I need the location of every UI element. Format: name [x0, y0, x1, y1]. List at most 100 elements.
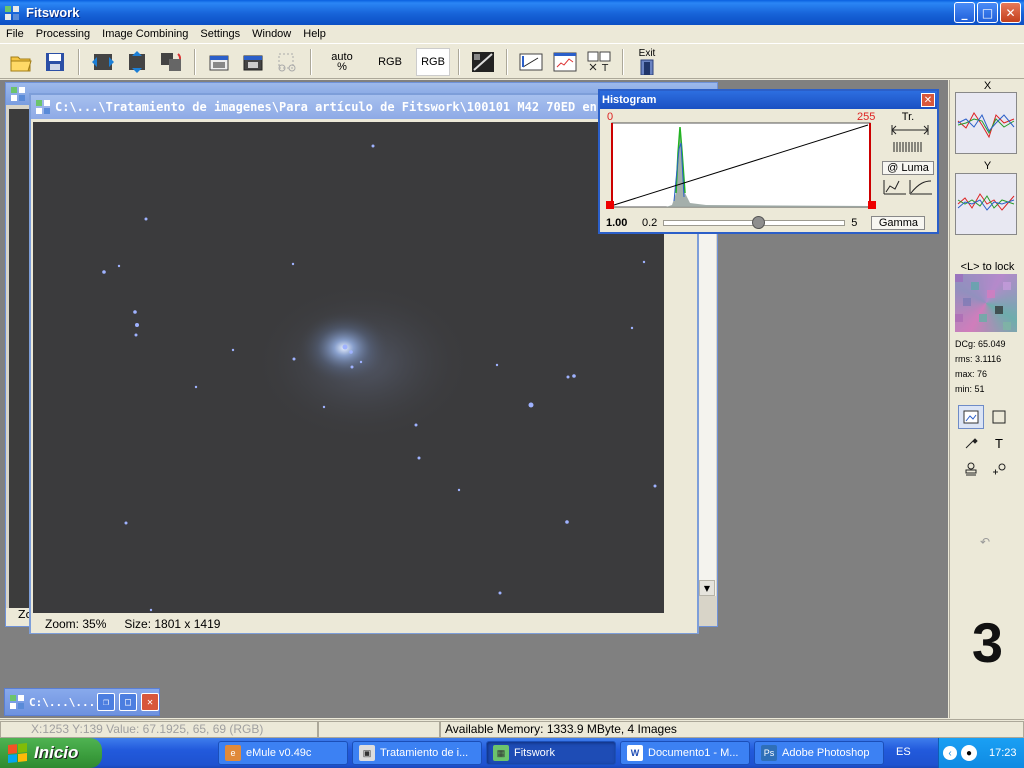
rgb-button[interactable]: RGB [368, 48, 412, 76]
menu-window[interactable]: Window [246, 28, 297, 40]
minimize-button[interactable]: _ [954, 2, 975, 23]
transfer-label: Tr. [901, 111, 915, 123]
window-icon [11, 87, 25, 101]
analysis-panel: X Y <L> to lock DCg: 65.049 rms: 3.1116 … [949, 80, 1024, 718]
exit-button[interactable]: Exit [632, 48, 662, 76]
flip-vertical-icon[interactable] [122, 48, 152, 76]
luma-toggle[interactable]: @ Luma [882, 161, 934, 175]
histogram-window[interactable]: Histogram ✕ 0 255 Tr. @ Luma 1.00 0.2 5 … [598, 89, 939, 234]
toolbar-separator [194, 48, 196, 75]
toolbar-separator [78, 48, 80, 75]
x-profile-label: X [983, 80, 992, 92]
available-memory: Available Memory: 1333.9 MByte, 4 Images [440, 720, 1024, 738]
open-folder-icon[interactable] [6, 48, 36, 76]
language-indicator[interactable]: ES [896, 746, 911, 758]
save-disk-icon[interactable] [40, 48, 70, 76]
exit-label: Exit [638, 47, 656, 59]
rgb-active-button[interactable]: RGB [416, 47, 450, 76]
text-tool-icon[interactable]: T [986, 431, 1012, 455]
scroll-down-arrow-icon[interactable]: ▼ [699, 580, 715, 596]
histogram-title: Histogram [602, 94, 657, 106]
tray-expand-icon[interactable]: ‹ [943, 746, 957, 760]
gamma-slider-thumb[interactable] [752, 216, 766, 229]
image-tools-icon[interactable]: T [584, 48, 614, 76]
start-button[interactable]: Inicio [0, 738, 102, 768]
background-image-strip [9, 109, 31, 621]
range-arrows-icon[interactable] [890, 123, 930, 137]
astro-image-canvas[interactable] [33, 122, 664, 613]
x-profile-graph [955, 92, 1017, 154]
rectangle-icon[interactable] [986, 405, 1012, 429]
menu-settings[interactable]: Settings [194, 28, 246, 40]
folder-window-icon: ▣ [359, 745, 375, 761]
app-title: Fitswork [26, 5, 80, 20]
photoshop-icon: Ps [761, 745, 777, 761]
toolbar-separator [622, 48, 624, 75]
stamp-icon[interactable] [958, 457, 984, 481]
histogram-options: Tr. @ Luma [882, 111, 934, 199]
gamma-row: 1.00 0.2 5 Gamma [606, 215, 936, 231]
windows-taskbar: Inicio e eMule v0.49c ▣ Tratamiento de i… [0, 738, 1024, 768]
maximize-icon[interactable]: □ [119, 693, 137, 711]
slider-min-label: 0.2 [642, 217, 658, 229]
pipette-icon[interactable] [958, 431, 984, 455]
curve-mode-icons[interactable] [882, 178, 934, 196]
menu-file[interactable]: File [0, 28, 30, 40]
close-button[interactable]: ✕ [1000, 2, 1021, 23]
fitswork-app-icon [5, 5, 19, 20]
toolbar-separator [310, 48, 312, 75]
status-bar: X:1253 Y:139 Value: 67.1925, 65, 69 (RGB… [0, 719, 1024, 738]
menu-help[interactable]: Help [297, 28, 332, 40]
dcg-value: DCg: 65.049 [955, 339, 1006, 349]
histogram-window-icon[interactable] [516, 48, 546, 76]
menu-image-combining[interactable]: Image Combining [96, 28, 194, 40]
image-select-icon[interactable] [958, 405, 984, 429]
chart-window-icon[interactable] [550, 48, 580, 76]
add-point-icon[interactable] [986, 457, 1012, 481]
taskbar-item-explorer[interactable]: ▣ Tratamiento de i... [352, 741, 482, 765]
toolbar-separator [506, 48, 508, 75]
copy-window-icon[interactable] [204, 48, 234, 76]
menu-processing[interactable]: Processing [30, 28, 96, 40]
comb-histogram-icon[interactable] [890, 140, 930, 154]
close-icon[interactable]: ✕ [141, 693, 159, 711]
undo-icon[interactable]: ↶ [980, 535, 990, 549]
gamma-value: 1.00 [606, 217, 628, 229]
exit-door-icon [640, 59, 654, 75]
maximize-button[interactable]: □ [977, 2, 998, 23]
histogram-plot[interactable] [606, 113, 876, 211]
gamma-button[interactable]: Gamma [871, 216, 926, 230]
windows-logo-icon [8, 743, 28, 764]
minimized-window-title: C:\...\... [29, 695, 96, 709]
histogram-close-icon[interactable]: ✕ [921, 93, 935, 107]
taskbar-item-emule[interactable]: e eMule v0.49c [218, 741, 348, 765]
window-icon [10, 695, 24, 709]
auto-label: auto [331, 50, 353, 63]
rotate-icon[interactable] [156, 48, 186, 76]
paste-window-icon[interactable] [238, 48, 268, 76]
minimized-image-window[interactable]: C:\...\... ❐ □ ✕ [4, 688, 160, 716]
taskbar-item-photoshop[interactable]: Ps Adobe Photoshop [754, 741, 884, 765]
svg-text:T: T [601, 63, 609, 74]
image-count-display: 3 [971, 611, 1004, 674]
rms-value: rms: 3.1116 [955, 354, 1002, 364]
cut-icon[interactable] [272, 48, 302, 76]
gamma-slider[interactable] [663, 216, 846, 229]
gradient-icon[interactable] [468, 48, 498, 76]
panda-antivirus-icon[interactable]: ● [961, 745, 977, 761]
max-value: max: 76 [955, 369, 988, 379]
pixel-zoom-preview [955, 274, 1017, 332]
toolbar-separator [458, 48, 460, 75]
image-window-status: Zoom: 35% Size: 1801 x 1419 [31, 615, 697, 633]
restore-icon[interactable]: ❐ [97, 693, 115, 711]
taskbar-item-word[interactable]: W Documento1 - M... [620, 741, 750, 765]
image-window-title: C:\...\Tratamiento de imagenes\Para artí… [55, 100, 655, 114]
lock-label: <L> to lock [960, 261, 1015, 273]
fitswork-taskbar-icon: ▦ [493, 745, 509, 761]
auto-percent-button[interactable]: auto % [320, 48, 364, 76]
histogram-title-bar[interactable]: Histogram [600, 91, 937, 109]
flip-horizontal-icon[interactable] [88, 48, 118, 76]
y-profile-graph [955, 173, 1017, 235]
taskbar-item-fitswork[interactable]: ▦ Fitswork [486, 741, 616, 765]
start-label: Inicio [34, 743, 79, 762]
